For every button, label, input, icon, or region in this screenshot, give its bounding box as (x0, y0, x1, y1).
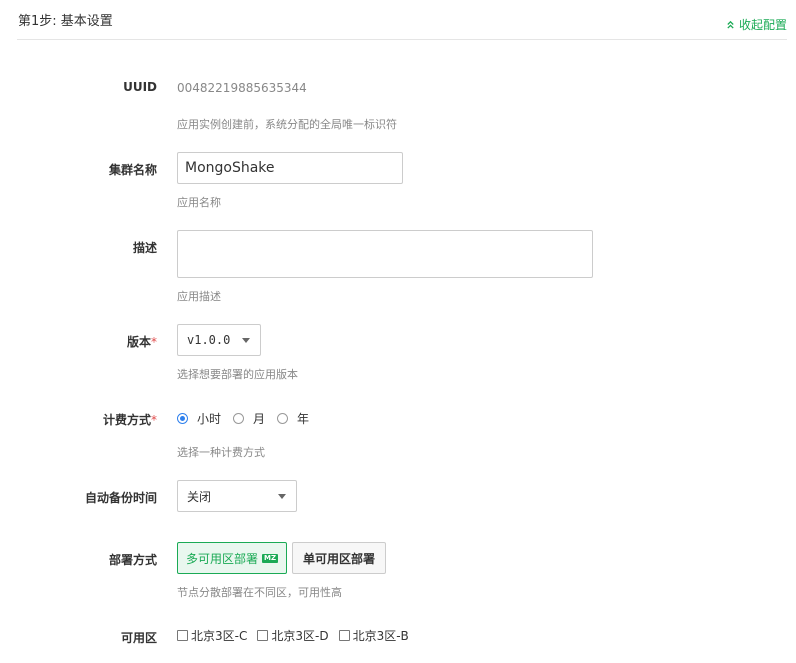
checkbox-unchecked-icon (257, 630, 269, 641)
version-select[interactable]: v1.0.0 (177, 324, 261, 356)
radio-checked-icon (177, 413, 188, 424)
version-help: 选择想要部署的应用版本 (177, 368, 298, 381)
description-help: 应用描述 (177, 290, 221, 303)
zone-checkbox-d[interactable]: 北京3区-D (257, 627, 329, 644)
billing-required-mark: * (151, 413, 157, 427)
checkbox-unchecked-icon (338, 630, 350, 641)
radio-unchecked-icon (233, 413, 245, 424)
section-header: 第1步: 基本设置 收起配置 (17, 0, 787, 40)
auto-backup-selected: 关闭 (187, 489, 212, 504)
version-selected: v1.0.0 (187, 333, 231, 347)
cluster-name-help: 应用名称 (177, 196, 221, 209)
deploy-help: 节点分散部署在不同区，可用性高 (177, 586, 342, 599)
uuid-value: 00482219885635344 (177, 81, 307, 95)
billing-option-label: 年 (297, 412, 310, 426)
collapse-config-label: 收起配置 (738, 18, 787, 32)
version-label: 版本* (127, 333, 157, 350)
checkbox-unchecked-icon (177, 630, 188, 641)
zones-label: 可用区 (120, 631, 157, 645)
cluster-name-value: MongoShake (185, 160, 275, 176)
billing-label: 计费方式* (103, 411, 157, 428)
billing-label-text: 计费方式 (102, 413, 151, 427)
zone-checkbox-c[interactable]: 北京3区-C (177, 627, 247, 644)
billing-option-year[interactable]: 年 (277, 410, 309, 427)
mz-badge: MZ (261, 553, 279, 563)
billing-help: 选择一种计费方式 (177, 446, 265, 459)
caret-down-icon (278, 494, 286, 499)
zone-label: 北京3区-C (191, 629, 248, 643)
cluster-name-label: 集群名称 (108, 163, 157, 177)
uuid-label: UUID (123, 80, 157, 94)
billing-option-month[interactable]: 月 (233, 410, 265, 427)
zone-checkbox-b[interactable]: 北京3区-B (338, 627, 409, 644)
version-label-text: 版本 (126, 335, 151, 349)
version-required-mark: * (151, 335, 157, 349)
zone-label: 北京3区-D (271, 629, 329, 643)
uuid-help: 应用实例创建前，系统分配的全局唯一标识符 (177, 118, 397, 131)
single-zone-deploy-button[interactable]: 单可用区部署 (292, 542, 386, 574)
single-zone-deploy-label: 单可用区部署 (302, 551, 375, 566)
description-textarea[interactable] (177, 230, 593, 278)
billing-option-hour[interactable]: 小时 (177, 410, 221, 427)
multi-zone-deploy-label: 多可用区部署 (185, 551, 258, 566)
auto-backup-label: 自动备份时间 (84, 491, 157, 505)
cluster-name-input[interactable]: MongoShake (177, 152, 403, 184)
description-label: 描述 (132, 241, 157, 255)
zones-checkbox-group: 北京3区-C 北京3区-D 北京3区-B (177, 627, 419, 644)
zone-label: 北京3区-B (352, 629, 409, 643)
radio-unchecked-icon (277, 413, 289, 424)
caret-down-icon (242, 338, 250, 343)
step-title: 第1步: 基本设置 (18, 14, 113, 29)
double-chevron-up-icon (727, 20, 734, 29)
deploy-label: 部署方式 (108, 553, 157, 567)
auto-backup-select[interactable]: 关闭 (177, 480, 297, 512)
billing-option-label: 小时 (197, 412, 222, 426)
multi-zone-deploy-button[interactable]: 多可用区部署 MZ (177, 542, 287, 574)
billing-radio-group: 小时 月 年 (177, 410, 321, 427)
collapse-config-link[interactable]: 收起配置 (726, 16, 787, 33)
billing-option-label: 月 (253, 412, 266, 426)
